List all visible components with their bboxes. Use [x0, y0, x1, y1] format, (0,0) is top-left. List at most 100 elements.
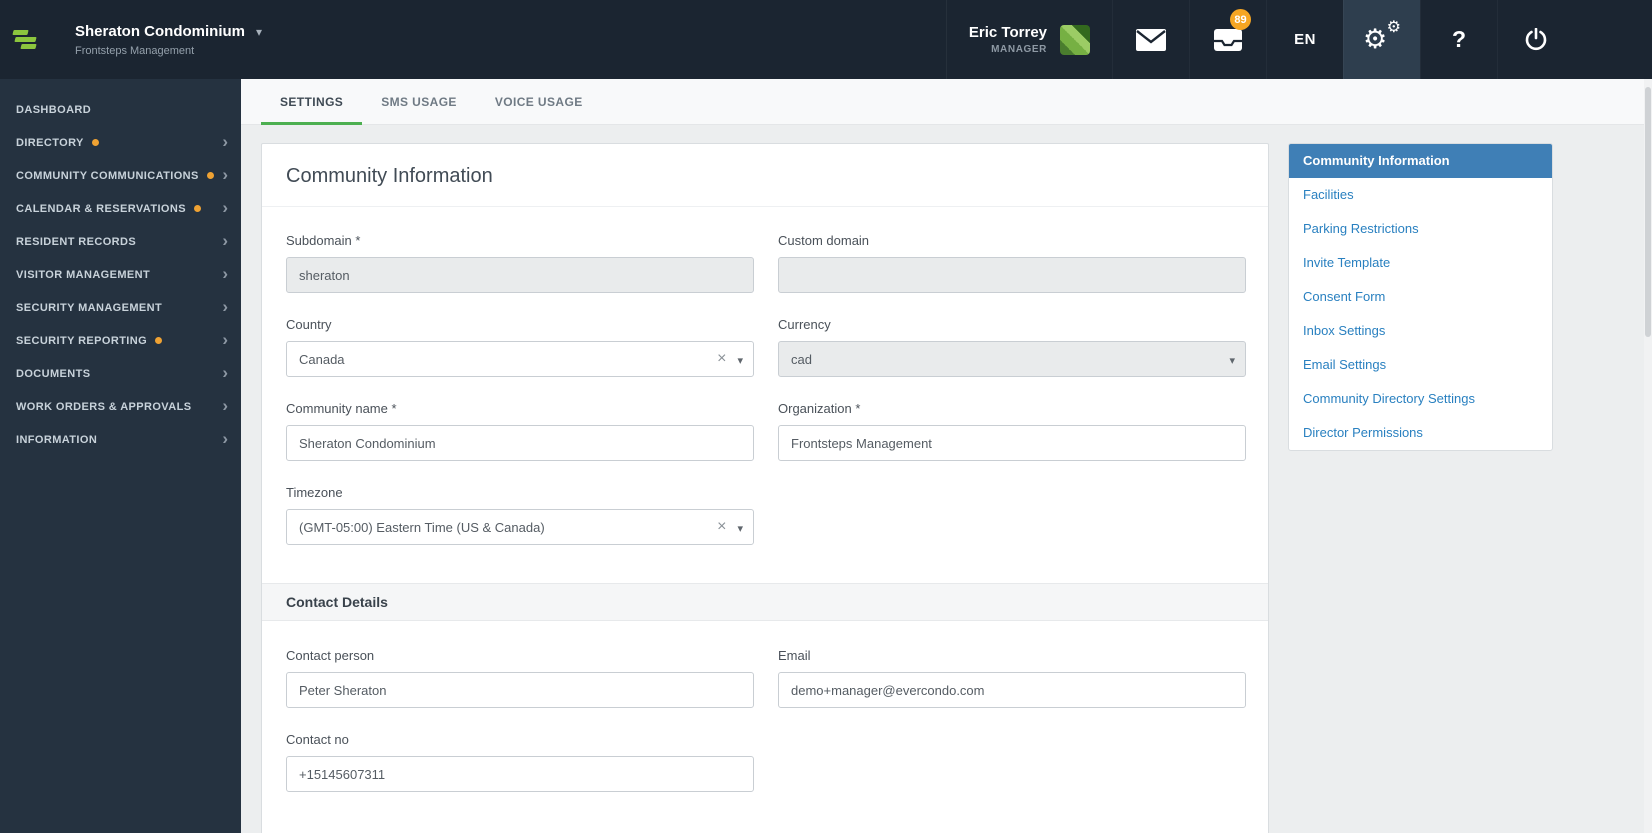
chevron-right-icon [222, 298, 228, 317]
notification-dot-icon [155, 337, 163, 344]
settings-nav-item[interactable]: Director Permissions [1289, 416, 1552, 450]
scrollbar[interactable] [1644, 79, 1652, 833]
sidebar-item[interactable]: WORK ORDERS & APPROVALS [0, 390, 241, 423]
contact-no-field-group: Contact no [286, 732, 754, 792]
chevron-right-icon [222, 331, 228, 350]
sidebar-item[interactable]: DASHBOARD [0, 93, 241, 126]
country-select[interactable]: Canada [286, 341, 754, 377]
sidebar-item-label: DIRECTORY [16, 136, 84, 149]
community-selector[interactable]: Sheraton Condominium Frontsteps Manageme… [75, 0, 262, 79]
inbox-badge: 89 [1230, 9, 1251, 30]
country-value: Canada [299, 351, 345, 367]
subdomain-label: Subdomain * [286, 233, 361, 248]
currency-select[interactable]: cad [778, 341, 1246, 377]
sidebar-item[interactable]: SECURITY MANAGEMENT [0, 291, 241, 324]
country-field-group: Country Canada [286, 317, 754, 377]
scrollbar-thumb[interactable] [1645, 87, 1651, 337]
currency-value: cad [791, 351, 812, 367]
custom-domain-field-group: Custom domain [778, 233, 1246, 293]
caret-down-icon[interactable] [734, 520, 743, 535]
messages-button[interactable] [1112, 0, 1189, 79]
contact-no-input[interactable] [286, 756, 754, 792]
caret-down-icon[interactable] [734, 352, 743, 367]
tab[interactable]: SETTINGS [261, 79, 363, 125]
sidebar-item[interactable]: RESIDENT RECORDS [0, 225, 241, 258]
topbar: Sheraton Condominium Frontsteps Manageme… [0, 0, 1652, 79]
sidebar-item[interactable]: INFORMATION [0, 423, 241, 456]
settings-nav-item[interactable]: Parking Restrictions [1289, 212, 1552, 246]
timezone-select[interactable]: (GMT-05:00) Eastern Time (US & Canada) [286, 509, 754, 545]
chevron-right-icon [222, 133, 228, 152]
caret-down-icon [1226, 352, 1235, 367]
tab-label: VOICE USAGE [494, 94, 583, 109]
chevron-right-icon [222, 364, 228, 383]
user-menu[interactable]: Eric Torrey MANAGER [945, 0, 1112, 79]
sidebar-item-label: SECURITY MANAGEMENT [16, 301, 163, 314]
sidebar-item-label: SECURITY REPORTING [16, 334, 148, 347]
organization-input[interactable] [778, 425, 1246, 461]
timezone-field-group: Timezone (GMT-05:00) Eastern Time (US & … [286, 485, 754, 545]
sidebar-item[interactable]: CALENDAR & RESERVATIONS [0, 192, 241, 225]
language-button[interactable]: EN [1266, 0, 1343, 79]
custom-domain-input[interactable] [778, 257, 1246, 293]
organization-label: Organization * [778, 401, 861, 416]
chevron-right-icon [222, 265, 228, 284]
sidebar-item[interactable]: COMMUNITY COMMUNICATIONS [0, 159, 241, 192]
notification-dot-icon [206, 172, 214, 179]
tab-label: SMS USAGE [381, 94, 457, 109]
settings-nav-item[interactable]: Email Settings [1289, 348, 1552, 382]
logout-button[interactable] [1497, 0, 1574, 79]
settings-nav-item[interactable]: Community Directory Settings [1289, 382, 1552, 416]
email-label: Email [778, 648, 811, 663]
currency-field-group: Currency cad [778, 317, 1246, 377]
notification-dot-icon [91, 139, 99, 146]
user-role: MANAGER [991, 44, 1047, 55]
power-icon [1525, 27, 1547, 50]
community-name-label: Community name * [286, 401, 397, 416]
clear-icon[interactable] [713, 518, 734, 536]
card-header: Community Information [262, 144, 1268, 207]
settings-nav-item[interactable]: Community Information [1289, 144, 1552, 178]
inbox-button[interactable]: 89 [1189, 0, 1266, 79]
chevron-right-icon [222, 166, 228, 185]
tab[interactable]: VOICE USAGE [476, 79, 602, 124]
timezone-value: (GMT-05:00) Eastern Time (US & Canada) [299, 519, 545, 535]
sidebar-item-label: DASHBOARD [16, 103, 92, 116]
user-name: Eric Torrey [968, 24, 1047, 41]
contact-details-section-header: Contact Details [262, 583, 1268, 621]
subdomain-field-group: Subdomain * [286, 233, 754, 293]
contact-person-input[interactable] [286, 672, 754, 708]
organization-field-group: Organization * [778, 401, 1246, 461]
sidebar-item-label: INFORMATION [16, 433, 98, 446]
community-name-input[interactable] [286, 425, 754, 461]
contact-person-label: Contact person [286, 648, 375, 663]
logo-icon [11, 29, 39, 50]
timezone-label: Timezone [286, 485, 343, 500]
topbar-actions: Eric Torrey MANAGER 89 EN ? [945, 0, 1652, 79]
community-name: Sheraton Condominium [75, 23, 245, 40]
main-content: SETTINGS SMS USAGE VOICE USAGE Community… [241, 79, 1652, 833]
tab[interactable]: SMS USAGE [362, 79, 476, 124]
email-input[interactable] [778, 672, 1246, 708]
settings-section-nav: Community Information Facilities Parking R… [1288, 143, 1553, 451]
settings-nav-item[interactable]: Facilities [1289, 178, 1552, 212]
clear-icon[interactable] [713, 350, 734, 368]
sidebar-item[interactable]: DIRECTORY [0, 126, 241, 159]
gears-icon [1363, 23, 1401, 57]
card-body: Subdomain * Custom domain Country Canada [262, 207, 1268, 833]
tab-bar: SETTINGS SMS USAGE VOICE USAGE [241, 79, 1652, 125]
envelope-icon [1136, 28, 1166, 51]
settings-button[interactable] [1343, 0, 1420, 79]
app-logo[interactable] [0, 0, 50, 79]
settings-nav-item[interactable]: Inbox Settings [1289, 314, 1552, 348]
settings-nav-item[interactable]: Consent Form [1289, 280, 1552, 314]
sidebar-item[interactable]: VISITOR MANAGEMENT [0, 258, 241, 291]
caret-down-icon [256, 23, 262, 41]
custom-domain-label: Custom domain [778, 233, 870, 248]
sidebar-item[interactable]: DOCUMENTS [0, 357, 241, 390]
sidebar-item[interactable]: SECURITY REPORTING [0, 324, 241, 357]
tab-label: SETTINGS [280, 94, 344, 109]
help-button[interactable]: ? [1420, 0, 1497, 79]
settings-nav-item[interactable]: Invite Template [1289, 246, 1552, 280]
subdomain-input[interactable] [286, 257, 754, 293]
